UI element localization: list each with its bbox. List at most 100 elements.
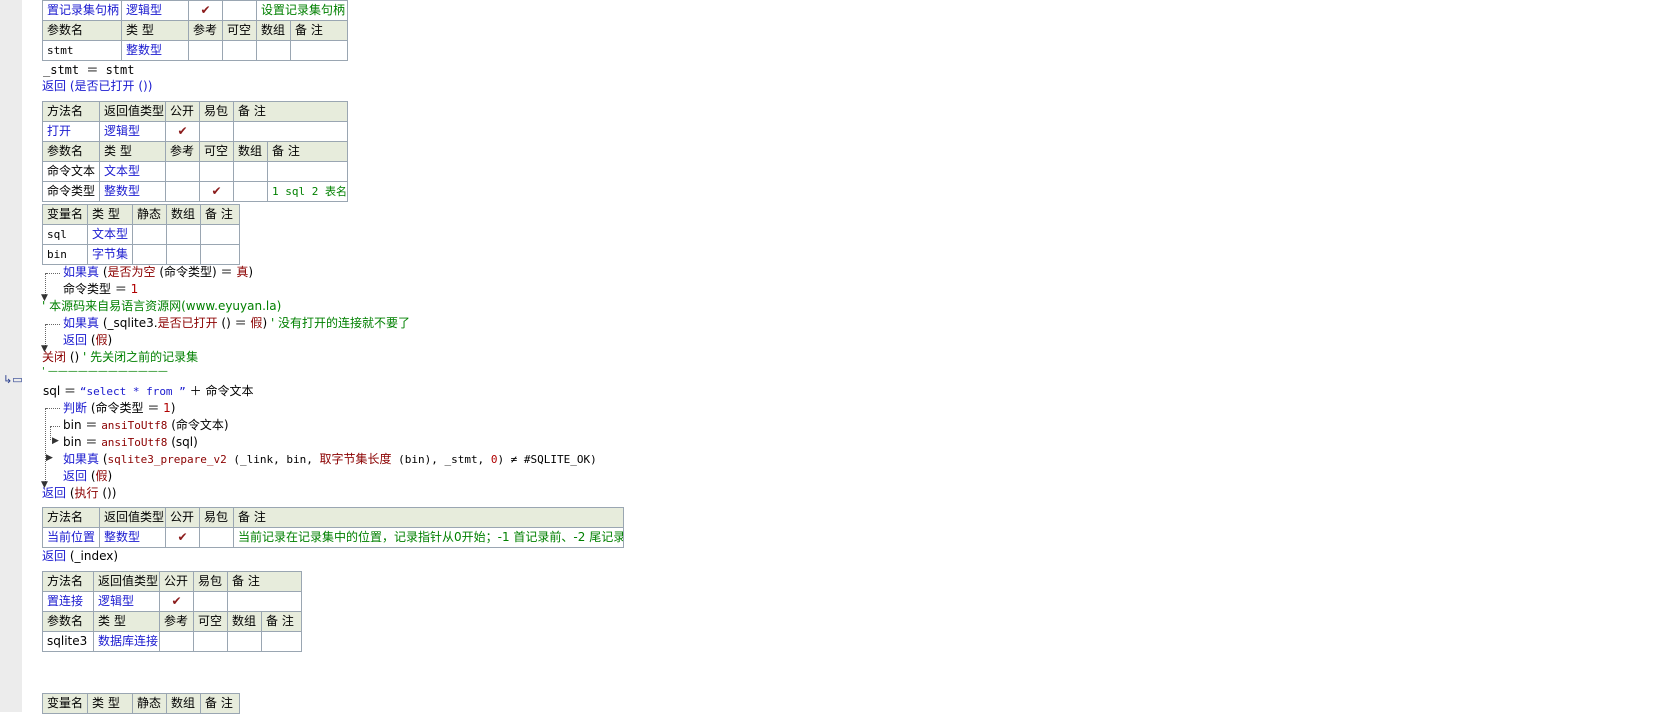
param-type[interactable]: 整数型 bbox=[99, 181, 166, 202]
col-type: 类 型 bbox=[87, 204, 133, 225]
method-row[interactable]: 置连接 逻辑型 ✔ bbox=[42, 591, 303, 612]
variable-type[interactable]: 文本型 bbox=[87, 224, 133, 245]
param-name[interactable]: sqlite3 bbox=[42, 631, 94, 652]
code-line[interactable]: 返回 (是否已打开 ()) bbox=[42, 78, 152, 94]
param-nullable[interactable] bbox=[222, 40, 257, 61]
col-nullable: 可空 bbox=[199, 141, 234, 162]
bookmark-arrow-icon[interactable]: ↳▭ bbox=[3, 373, 23, 387]
return-type[interactable]: 逻辑型 bbox=[99, 121, 166, 142]
code-line-switch[interactable]: 判断 (命令类型 ＝ 1) bbox=[63, 400, 175, 416]
col-note: 备 注 bbox=[232, 101, 349, 122]
param-nullable[interactable] bbox=[193, 631, 228, 652]
variable-note[interactable] bbox=[200, 224, 240, 245]
method-note[interactable] bbox=[226, 591, 303, 612]
param-note[interactable] bbox=[266, 161, 349, 182]
param-type[interactable]: 文本型 bbox=[99, 161, 166, 182]
method-name[interactable]: 打开 bbox=[42, 121, 100, 142]
code-line-if-true[interactable]: 如果真 (是否为空 (命令类型) ＝ 真) bbox=[63, 264, 253, 280]
param-row[interactable]: 命令文本 文本型 bbox=[42, 161, 349, 182]
method-note[interactable]: 当前记录在记录集中的位置，记录指针从0开始；-1 首记录前、-2 尾记录后 bbox=[233, 527, 624, 548]
param-type[interactable]: 整数型 bbox=[121, 40, 189, 61]
param-note[interactable] bbox=[289, 40, 349, 61]
package-cell[interactable] bbox=[199, 527, 234, 548]
public-check[interactable]: ✔ bbox=[159, 591, 194, 612]
variable-static[interactable] bbox=[132, 224, 167, 245]
method-note[interactable] bbox=[232, 121, 349, 142]
variable-type[interactable]: 字节集 bbox=[87, 244, 133, 265]
variable-row[interactable]: sql 文本型 bbox=[42, 224, 240, 245]
variable-name[interactable]: sql bbox=[42, 224, 88, 245]
param-nullable[interactable]: ✔ bbox=[199, 181, 234, 202]
method-name[interactable]: 当前位置 bbox=[42, 527, 100, 548]
code-line-if-true[interactable]: 如果真 (sqlite3_prepare_v2 (_link, bin, 取字节… bbox=[63, 451, 597, 468]
param-name[interactable]: 命令文本 bbox=[42, 161, 100, 182]
method-row[interactable]: 当前位置 整数型 ✔ 当前记录在记录集中的位置，记录指针从0开始；-1 首记录前… bbox=[42, 527, 624, 548]
public-check[interactable]: ✔ bbox=[165, 527, 200, 548]
code-line[interactable]: 返回 (假) bbox=[63, 332, 112, 348]
package-cell[interactable] bbox=[193, 591, 228, 612]
method-table-current-position: 方法名 返回值类型 公开 易包 备 注 当前位置 整数型 ✔ 当前记录在记录集中… bbox=[42, 507, 624, 548]
param-row[interactable]: sqlite3 数据库连接 bbox=[42, 631, 303, 652]
flow-guide bbox=[50, 426, 51, 440]
return-type[interactable]: 逻辑型 bbox=[121, 0, 189, 21]
flow-guide bbox=[46, 324, 60, 325]
param-array[interactable] bbox=[233, 161, 268, 182]
code-line[interactable]: bin ＝ ansiToUtf8 (命令文本) bbox=[63, 417, 229, 434]
param-row[interactable]: stmt 整数型 bbox=[42, 40, 349, 61]
col-type: 类 型 bbox=[99, 141, 166, 162]
param-type[interactable]: 数据库连接 bbox=[93, 631, 160, 652]
code-line[interactable]: 命令类型 ＝ 1 bbox=[63, 281, 138, 297]
code-text: ( bbox=[87, 333, 96, 347]
method-table-set-connection: 方法名 返回值类型 公开 易包 备 注 置连接 逻辑型 ✔ 参数名 类 型 参考… bbox=[42, 571, 303, 652]
public-check[interactable]: ✔ bbox=[188, 0, 223, 21]
param-ref[interactable] bbox=[165, 181, 200, 202]
param-header-row: 参数名 类 型 参考 可空 数组 备 注 bbox=[42, 20, 349, 41]
function-name: 取字节集长度 bbox=[319, 452, 392, 466]
code-line[interactable]: bin ＝ ansiToUtf8 (sql) bbox=[63, 434, 198, 451]
code-text: ) bbox=[170, 401, 176, 415]
param-ref[interactable] bbox=[165, 161, 200, 182]
param-ref[interactable] bbox=[188, 40, 223, 61]
param-name[interactable]: stmt bbox=[42, 40, 122, 61]
package-cell[interactable] bbox=[199, 121, 234, 142]
col-nullable: 可空 bbox=[222, 20, 257, 41]
col-type: 类 型 bbox=[93, 611, 160, 632]
code-line[interactable]: 关闭 () ' 先关闭之前的记录集 bbox=[42, 349, 198, 365]
code-line-if-true[interactable]: 如果真 (_sqlite3.是否已打开 () ＝ 假) ' 没有打开的连接就不要… bbox=[63, 315, 410, 331]
variable-name[interactable]: bin bbox=[42, 244, 88, 265]
code-line[interactable]: 返回 (_index) bbox=[42, 548, 118, 564]
code-line[interactable]: 返回 (执行 ()) bbox=[42, 485, 116, 501]
code-line[interactable]: _stmt ＝ stmt bbox=[43, 62, 134, 78]
param-array[interactable] bbox=[256, 40, 291, 61]
code-text: bin ＝ bbox=[63, 435, 102, 449]
param-ref[interactable] bbox=[159, 631, 194, 652]
code-line[interactable]: 返回 (假) bbox=[63, 468, 112, 484]
param-note[interactable]: 1 sql 2 表名 bbox=[266, 181, 349, 202]
variable-row[interactable]: bin 字节集 bbox=[42, 244, 240, 265]
param-row[interactable]: 命令类型 整数型 ✔ 1 sql 2 表名 bbox=[42, 181, 349, 202]
variable-static[interactable] bbox=[132, 244, 167, 265]
code-line[interactable]: sql ＝ “select * from ” ＋ 命令文本 bbox=[43, 383, 253, 400]
variable-note[interactable] bbox=[200, 244, 240, 265]
code-text: (命令类型 ＝ bbox=[87, 401, 164, 415]
public-check[interactable]: ✔ bbox=[165, 121, 200, 142]
method-name[interactable]: 置连接 bbox=[42, 591, 94, 612]
param-name[interactable]: 命令类型 bbox=[42, 181, 100, 202]
code-separator-comment[interactable]: ' ———————————— bbox=[42, 364, 168, 380]
param-array[interactable] bbox=[233, 181, 268, 202]
param-note[interactable] bbox=[260, 631, 303, 652]
param-nullable[interactable] bbox=[199, 161, 234, 182]
return-type[interactable]: 整数型 bbox=[99, 527, 166, 548]
variable-array[interactable] bbox=[166, 244, 201, 265]
method-row[interactable]: 打开 逻辑型 ✔ bbox=[42, 121, 349, 142]
method-name[interactable]: 置记录集句柄 bbox=[42, 0, 122, 21]
code-comment[interactable]: ' 本源码来自易语言资源网(www.eyuyan.la) bbox=[42, 298, 281, 314]
method-row[interactable]: 置记录集句柄 逻辑型 ✔ 设置记录集句柄 bbox=[42, 0, 349, 21]
method-note[interactable]: 设置记录集句柄 bbox=[255, 0, 349, 21]
variable-array[interactable] bbox=[166, 224, 201, 245]
param-array[interactable] bbox=[227, 631, 262, 652]
code-text: (_sqlite3. bbox=[99, 316, 158, 330]
keyword-if-true: 如果真 bbox=[63, 452, 100, 466]
package-cell[interactable] bbox=[222, 0, 257, 21]
return-type[interactable]: 逻辑型 bbox=[93, 591, 160, 612]
